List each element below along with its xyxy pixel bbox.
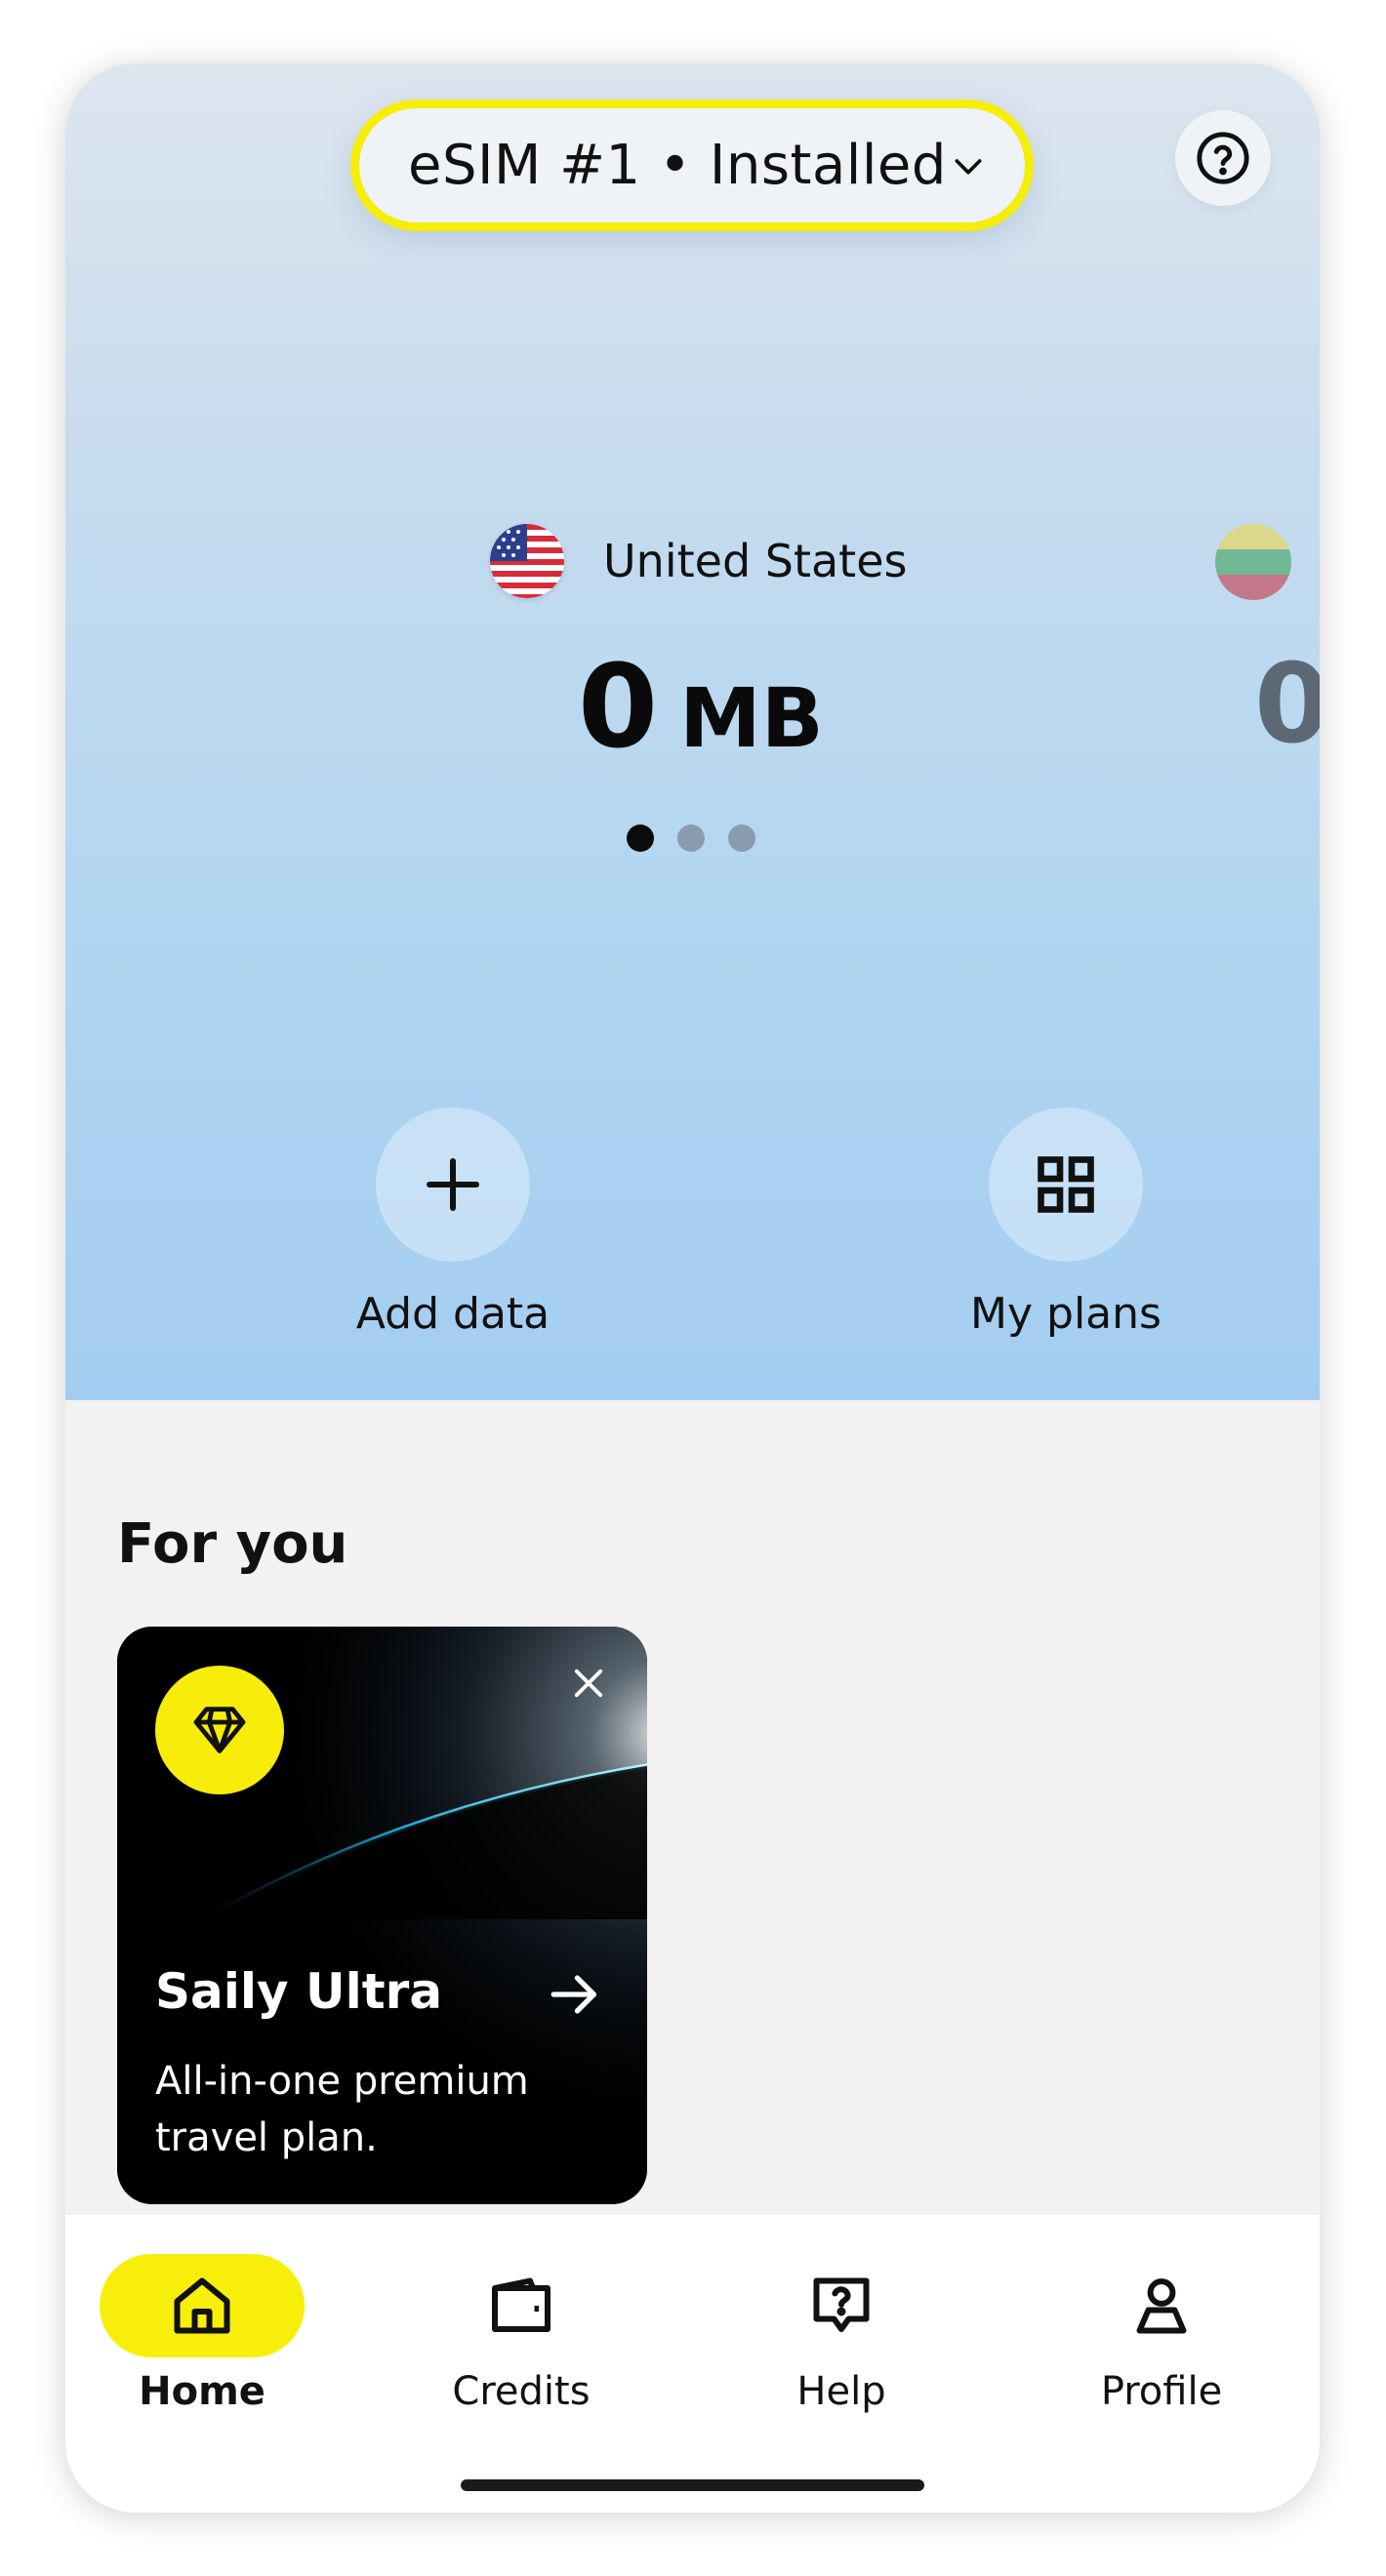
home-icon — [174, 2277, 230, 2334]
chevron-down-icon — [955, 158, 982, 174]
lithuania-flag-icon[interactable] — [1215, 524, 1291, 600]
grid-icon — [1038, 1156, 1094, 1213]
card-description: All-in-one premium travel plan. — [155, 2059, 529, 2160]
phone-screen: eSIM #1 • Installed United States 0 MB 0… — [65, 63, 1320, 2513]
for-you-heading: For you — [117, 1512, 348, 1576]
nav-profile-icon-wrap[interactable] — [1059, 2254, 1264, 2357]
data-remaining: 0 MB — [578, 639, 824, 776]
person-icon — [1136, 2278, 1187, 2334]
nav-help[interactable]: Help — [714, 2254, 968, 2414]
plus-icon — [427, 1158, 479, 1211]
question-circle-icon — [1197, 132, 1249, 184]
bottom-navigation: Home Credits Help Profile — [65, 2215, 1320, 2513]
wallet-icon — [492, 2277, 550, 2332]
diamond-icon — [193, 1707, 246, 1753]
carousel-pagination — [627, 825, 755, 852]
nav-credits[interactable]: Credits — [394, 2254, 648, 2414]
help-button[interactable] — [1175, 110, 1271, 206]
pagination-dot[interactable] — [677, 825, 705, 852]
nav-profile[interactable]: Profile — [1035, 2254, 1288, 2414]
nav-home-label: Home — [139, 2369, 265, 2414]
card-title: Saily Ultra — [155, 1963, 443, 2020]
nav-profile-label: Profile — [1100, 2369, 1223, 2414]
home-indicator[interactable] — [461, 2479, 924, 2491]
nav-credits-icon-wrap[interactable] — [419, 2254, 624, 2357]
add-data-label: Add data — [355, 1289, 550, 1339]
hero-section: eSIM #1 • Installed United States 0 MB 0… — [65, 63, 1320, 1400]
nav-home[interactable]: Home — [75, 2254, 329, 2414]
arrow-right-icon[interactable] — [547, 1966, 603, 2023]
premium-badge — [155, 1666, 284, 1794]
add-data-circle[interactable] — [376, 1107, 530, 1262]
next-plan-amount: 0 — [1254, 641, 1320, 768]
plan-country-row[interactable]: United States — [490, 522, 908, 600]
us-flag-icon — [490, 524, 564, 598]
add-data-button[interactable]: Add data — [306, 1107, 599, 1339]
my-plans-button[interactable]: My plans — [919, 1107, 1212, 1339]
nav-home-icon-wrap[interactable] — [100, 2254, 305, 2357]
plan-country-name: United States — [603, 535, 908, 587]
data-amount-unit: MB — [679, 670, 824, 766]
pagination-dot[interactable] — [728, 825, 755, 852]
esim-selector[interactable]: eSIM #1 • Installed — [350, 100, 1034, 231]
my-plans-circle[interactable] — [989, 1107, 1143, 1262]
nav-help-label: Help — [796, 2369, 886, 2414]
nav-help-icon-wrap[interactable] — [739, 2254, 944, 2357]
close-card-button[interactable] — [559, 1654, 618, 1712]
pagination-dot[interactable] — [627, 825, 654, 852]
esim-selector-label: eSIM #1 • Installed — [408, 134, 947, 197]
nav-credits-label: Credits — [452, 2369, 591, 2414]
close-icon — [574, 1669, 603, 1698]
my-plans-label: My plans — [970, 1289, 1162, 1339]
help-chat-icon — [813, 2277, 870, 2332]
saily-ultra-card[interactable]: Saily Ultra All-in-one premium travel pl… — [117, 1627, 647, 2204]
data-amount-value: 0 — [578, 639, 659, 774]
